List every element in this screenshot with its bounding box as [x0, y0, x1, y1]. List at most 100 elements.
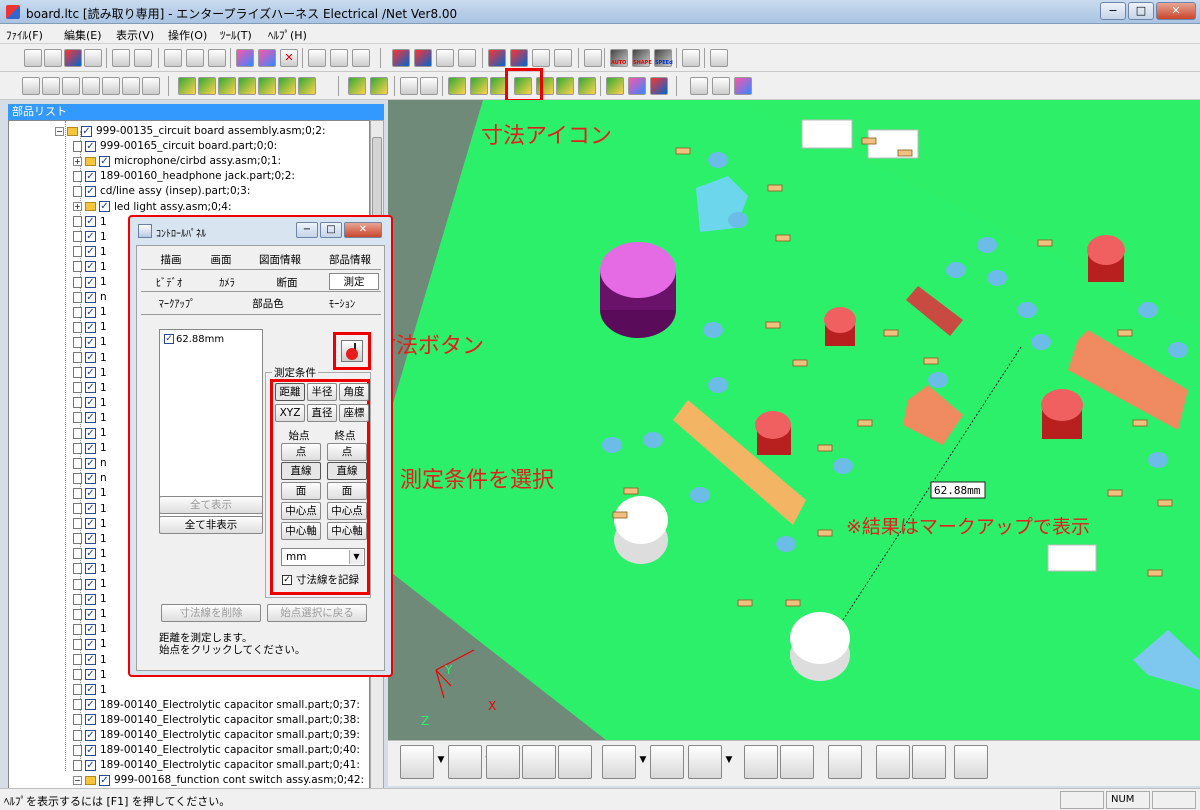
visibility-checkbox[interactable]: ✓ — [85, 563, 96, 575]
brush-icon[interactable] — [606, 77, 624, 95]
color-icon[interactable] — [650, 77, 668, 95]
radius-button[interactable]: 半径 — [307, 383, 337, 401]
visibility-checkbox[interactable]: ✓ — [85, 654, 96, 665]
home-icon[interactable] — [828, 745, 862, 779]
page-icon[interactable] — [352, 49, 370, 67]
start-center-axis-button[interactable]: 中心軸 — [281, 522, 321, 540]
visibility-checkbox[interactable]: ✓ — [85, 427, 96, 439]
tree-row[interactable]: ✓ 1 — [73, 275, 107, 290]
view-bottom-icon[interactable] — [278, 77, 296, 95]
close-button[interactable]: ✕ — [1156, 2, 1196, 20]
visibility-checkbox[interactable]: ✓ — [85, 321, 96, 333]
delete-dimension-button[interactable]: 寸法線を削除 — [161, 604, 261, 622]
expand-icon[interactable]: − — [55, 126, 64, 136]
tree-row[interactable]: ✓ cd/line assy (insep).part;0;3: — [73, 184, 250, 199]
tree-row[interactable]: ✓ 1 — [73, 305, 107, 320]
color-cube-icon[interactable] — [488, 49, 506, 67]
back-to-start-button[interactable]: 始点選択に戻る — [267, 604, 367, 622]
tree-row[interactable]: ✓ 1 — [73, 260, 107, 275]
visibility-checkbox[interactable]: ✓ — [85, 412, 96, 424]
open-icon[interactable] — [24, 49, 42, 67]
view-iso2-icon[interactable] — [42, 77, 60, 95]
tree-view-icon[interactable] — [912, 745, 946, 779]
end-line-button[interactable]: 直線 — [327, 462, 367, 480]
pen-green-icon[interactable] — [556, 77, 574, 95]
tab-motion[interactable]: ﾓｰｼｮﾝ — [317, 296, 367, 311]
tree-row[interactable]: ✓ 1 — [73, 411, 107, 426]
gallery2-icon[interactable] — [712, 77, 730, 95]
sparkle-icon[interactable] — [578, 77, 596, 95]
camera-icon[interactable] — [308, 49, 326, 67]
chevron-down-icon[interactable]: ▼ — [349, 550, 363, 564]
end-face-button[interactable]: 面 — [327, 482, 367, 500]
start-face-button[interactable]: 面 — [281, 482, 321, 500]
visibility-checkbox[interactable]: ✓ — [85, 503, 96, 514]
hide-all-button[interactable]: 全て非表示 — [159, 516, 263, 534]
tree-row[interactable]: ✓ 189-00140_Electrolytic capacitor small.… — [73, 758, 360, 773]
view-iso-icon[interactable] — [298, 77, 316, 95]
camera-green-icon[interactable] — [470, 77, 488, 95]
expand-icon[interactable]: + — [73, 202, 82, 211]
visibility-checkbox[interactable]: ✓ — [99, 774, 110, 786]
start-center-point-button[interactable]: 中心点 — [281, 502, 321, 520]
angle-button[interactable]: 角度 — [339, 383, 369, 401]
visibility-checkbox[interactable]: ✓ — [85, 397, 96, 409]
tab-camera[interactable]: ｶﾒﾗ — [207, 275, 247, 290]
fit-all-icon[interactable] — [780, 745, 814, 779]
view-iso3-icon[interactable] — [62, 77, 80, 95]
visibility-checkbox[interactable]: ✓ — [85, 231, 96, 243]
measure-dropdown-icon[interactable]: ▼ — [724, 755, 734, 769]
visibility-checkbox[interactable]: ✓ — [85, 336, 96, 348]
tab-markup[interactable]: ﾏｰｸｱｯﾌﾟ — [147, 296, 207, 311]
point-icon[interactable] — [522, 745, 556, 779]
tree-icon[interactable] — [348, 77, 366, 95]
tree-row[interactable]: ✓ n — [73, 471, 107, 486]
select-icon[interactable] — [650, 745, 684, 779]
start-line-button[interactable]: 直線 — [281, 462, 321, 480]
tree-row[interactable]: ✓ 189-00140_Electrolytic capacitor small.… — [73, 713, 360, 728]
minimize-button[interactable]: − — [1100, 2, 1126, 20]
pen-off-icon[interactable] — [208, 49, 226, 67]
tree-row[interactable]: ✓ 1 — [73, 381, 107, 396]
target-icon[interactable] — [602, 745, 636, 779]
visibility-checkbox[interactable]: ✓ — [85, 140, 96, 152]
visibility-checkbox[interactable]: ✓ — [85, 442, 96, 454]
menu-operation[interactable]: 操作(O) — [168, 27, 207, 43]
tree-row[interactable]: ✓ 189-00140_Electrolytic capacitor small.… — [73, 743, 360, 758]
delete-icon[interactable]: ✕ — [280, 49, 298, 67]
tab-video[interactable]: ﾋﾞﾃﾞｵ — [149, 275, 189, 290]
visibility-checkbox[interactable]: ✓ — [85, 170, 96, 182]
tree-row[interactable]: ✓ 1 — [73, 517, 107, 532]
walk-icon[interactable] — [448, 77, 466, 95]
panel-icon[interactable] — [330, 49, 348, 67]
motion-icon[interactable] — [628, 77, 646, 95]
distance-button[interactable]: 距離 — [275, 383, 305, 401]
list-item[interactable]: ✓ 62.88mm — [164, 334, 224, 345]
print-icon[interactable] — [84, 49, 102, 67]
tree-row[interactable]: ✓ 1 — [73, 653, 107, 668]
expand-icon[interactable]: − — [73, 775, 82, 785]
gallery-icon[interactable] — [690, 77, 708, 95]
markup-edit-icon[interactable] — [258, 49, 276, 67]
tree-row[interactable]: − ✓ 999-00168_function cont switch assy.as… — [73, 773, 364, 788]
dimension-button[interactable] — [333, 332, 371, 370]
markup-icon[interactable] — [236, 49, 254, 67]
tab-section[interactable]: 断面 — [267, 275, 307, 290]
view-iso6-icon[interactable] — [122, 77, 140, 95]
view-top-icon[interactable] — [258, 77, 276, 95]
visibility-checkbox[interactable]: ✓ — [85, 744, 96, 756]
menu-help[interactable]: ﾍﾙﾌﾟ(H) — [268, 27, 307, 43]
visibility-checkbox[interactable]: ✓ — [85, 185, 96, 197]
menu-file[interactable]: ﾌｧｲﾙ(F) — [6, 27, 43, 43]
tree-row[interactable]: ✓ 1 — [73, 547, 107, 562]
blank-page-icon[interactable] — [876, 745, 910, 779]
tree-row[interactable]: ✓ n — [73, 290, 107, 305]
tree-row[interactable]: ✓ 1 — [73, 562, 107, 577]
measure-icon[interactable] — [688, 745, 722, 779]
tree-row[interactable]: + ✓ led light assy.asm;0;4: — [73, 200, 232, 215]
visibility-checkbox[interactable]: ✓ — [85, 291, 96, 303]
view-back-icon[interactable] — [198, 77, 216, 95]
dialog-close-button[interactable]: ✕ — [344, 222, 382, 238]
menu-edit[interactable]: 編集(E) — [64, 27, 102, 43]
end-center-axis-button[interactable]: 中心軸 — [327, 522, 367, 540]
